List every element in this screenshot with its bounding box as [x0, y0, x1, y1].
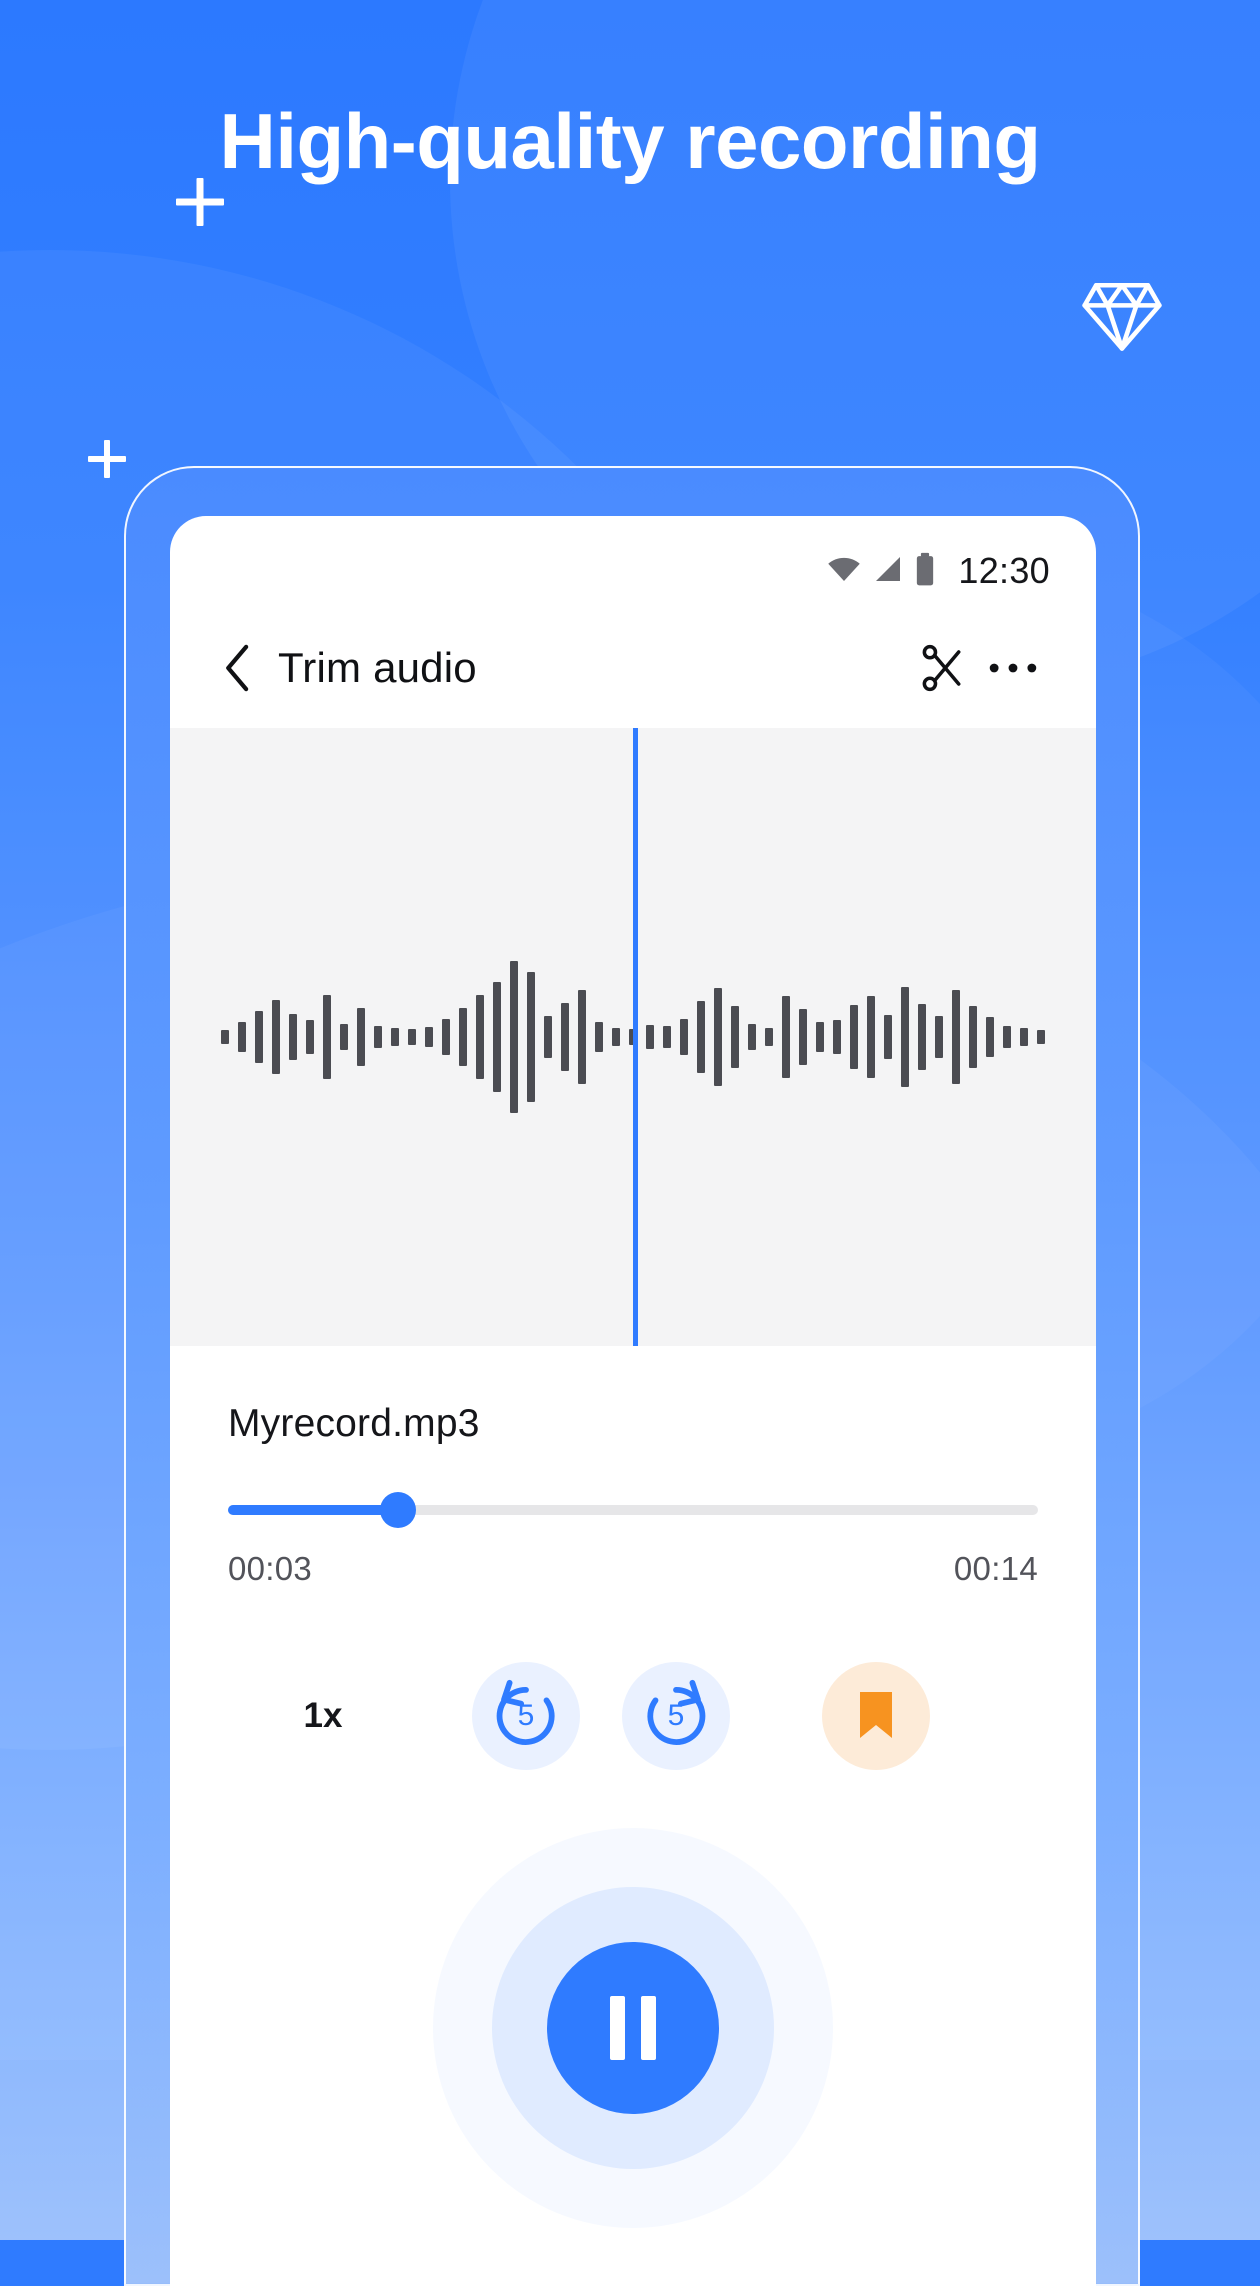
waveform-bar	[493, 982, 501, 1092]
waveform-bar	[1020, 1028, 1028, 1046]
playback-progress-slider[interactable]	[228, 1492, 1038, 1528]
playback-controls: 1x 5 5	[170, 1662, 1096, 1770]
phone-screen: 12:30 Trim audio Myrecord.mp3 00:03 00:1…	[170, 516, 1096, 2286]
time-row: 00:03 00:14	[228, 1550, 1038, 1588]
waveform-bar	[272, 1000, 280, 1074]
waveform-bar	[918, 1004, 926, 1070]
wifi-icon	[826, 554, 862, 589]
waveform-bar	[578, 990, 586, 1084]
waveform-bar	[544, 1016, 552, 1058]
waveform-bar	[1003, 1026, 1011, 1048]
pause-button[interactable]	[547, 1942, 719, 2114]
progress-fill	[228, 1505, 399, 1515]
waveform-bar	[255, 1011, 263, 1063]
waveform-bar	[408, 1029, 416, 1045]
status-bar: 12:30	[170, 516, 1096, 608]
waveform-bar	[391, 1028, 399, 1046]
player-info: Myrecord.mp3 00:03 00:14	[170, 1346, 1096, 1588]
playback-button-area	[170, 1808, 1096, 2248]
waveform-bar	[527, 972, 535, 1102]
status-bar-icons	[826, 552, 936, 591]
waveform-bar	[782, 996, 790, 1078]
waveform-bar	[663, 1026, 671, 1048]
cellular-signal-icon	[872, 554, 904, 589]
forward-5-button[interactable]: 5	[622, 1662, 730, 1770]
waveform-bar	[612, 1028, 620, 1046]
waveform-bar	[425, 1027, 433, 1047]
rewind-5-button[interactable]: 5	[472, 1662, 580, 1770]
waveform-bar	[731, 1006, 739, 1068]
waveform-bar	[476, 995, 484, 1079]
waveform-bar	[697, 1001, 705, 1073]
status-bar-clock: 12:30	[958, 550, 1050, 591]
total-time: 00:14	[953, 1550, 1038, 1587]
waveform-bar	[850, 1005, 858, 1069]
waveform-bar	[833, 1020, 841, 1054]
waveform-bar	[816, 1022, 824, 1052]
diamond-icon	[1076, 268, 1168, 360]
waveform-panel[interactable]	[170, 728, 1096, 1346]
rewind-5-label: 5	[517, 1699, 535, 1732]
waveform-bar	[884, 1015, 892, 1059]
forward-5-label: 5	[667, 1699, 685, 1732]
waveform-bar	[561, 1003, 569, 1071]
waveform-bar	[442, 1019, 450, 1055]
waveform-bar	[510, 961, 518, 1113]
back-button[interactable]	[210, 640, 266, 696]
waveform-bar	[935, 1016, 943, 1058]
waveform-bar	[952, 990, 960, 1084]
track-name: Myrecord.mp3	[228, 1402, 480, 1445]
scissors-icon[interactable]	[906, 632, 978, 704]
waveform-bar	[867, 996, 875, 1078]
pause-icon	[641, 1996, 656, 2060]
current-time: 00:03	[228, 1550, 313, 1587]
waveform-bar	[459, 1008, 467, 1066]
waveform-bar	[901, 987, 909, 1087]
waveform-bar	[221, 1030, 229, 1044]
waveform-bar	[357, 1008, 365, 1066]
waveform-bar	[799, 1009, 807, 1065]
waveform-bar	[306, 1020, 314, 1054]
waveform-bar	[646, 1025, 654, 1049]
waveform-bar	[986, 1017, 994, 1057]
waveform-bar	[748, 1024, 756, 1050]
waveform-bar	[340, 1024, 348, 1050]
waveform-bar	[323, 995, 331, 1079]
waveform-bar	[238, 1022, 246, 1052]
waveform-bar	[1037, 1030, 1045, 1044]
waveform-bar	[374, 1026, 382, 1048]
app-bar: Trim audio	[170, 608, 1096, 728]
waveform-bar	[969, 1006, 977, 1068]
battery-icon	[914, 552, 936, 591]
page-title: Trim audio	[278, 644, 477, 691]
progress-knob[interactable]	[380, 1492, 417, 1528]
waveform-bar	[595, 1022, 603, 1052]
more-options-icon[interactable]	[978, 632, 1048, 704]
playback-speed-button[interactable]: 1x	[228, 1696, 418, 1736]
page-title: High-quality recording	[219, 97, 1041, 185]
waveform-bar	[680, 1019, 688, 1055]
waveform-bar	[289, 1014, 297, 1060]
waveform-bar	[714, 988, 722, 1086]
pause-icon	[610, 1996, 625, 2060]
waveform-playhead[interactable]	[633, 728, 638, 1346]
plus-decoration-icon	[88, 440, 126, 478]
bookmark-button[interactable]	[822, 1662, 930, 1770]
waveform-bar	[765, 1028, 773, 1046]
